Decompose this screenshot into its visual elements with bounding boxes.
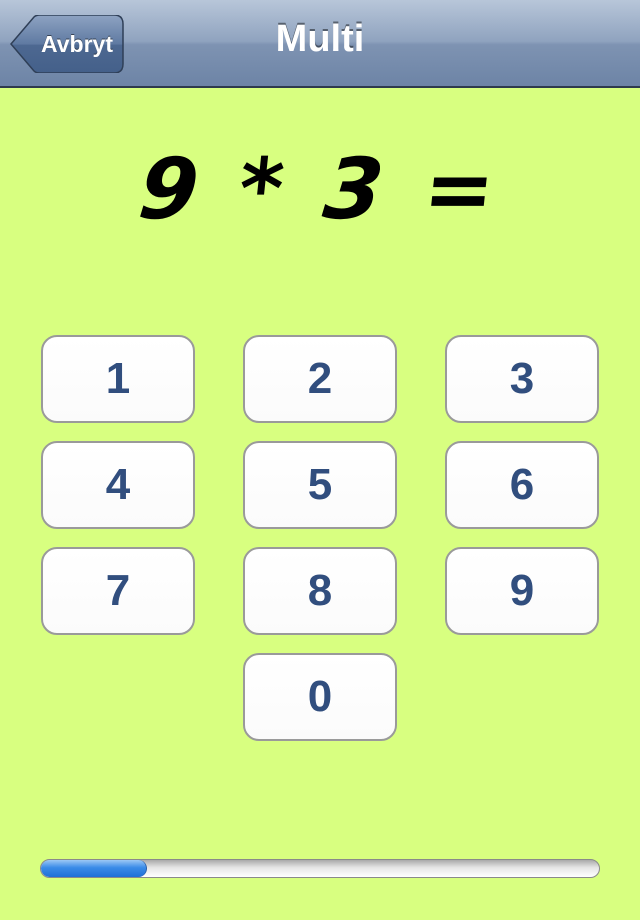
key-9[interactable]: 9 <box>445 547 599 635</box>
key-0[interactable]: 0 <box>243 653 397 741</box>
number-keypad: 1 2 3 4 5 6 7 8 9 0 <box>0 0 640 920</box>
progress-bar <box>40 859 600 878</box>
key-1[interactable]: 1 <box>41 335 195 423</box>
key-7[interactable]: 7 <box>41 547 195 635</box>
key-4[interactable]: 4 <box>41 441 195 529</box>
key-2[interactable]: 2 <box>243 335 397 423</box>
progress-fill <box>41 860 148 877</box>
key-6[interactable]: 6 <box>445 441 599 529</box>
key-3[interactable]: 3 <box>445 335 599 423</box>
key-8[interactable]: 8 <box>243 547 397 635</box>
key-5[interactable]: 5 <box>243 441 397 529</box>
